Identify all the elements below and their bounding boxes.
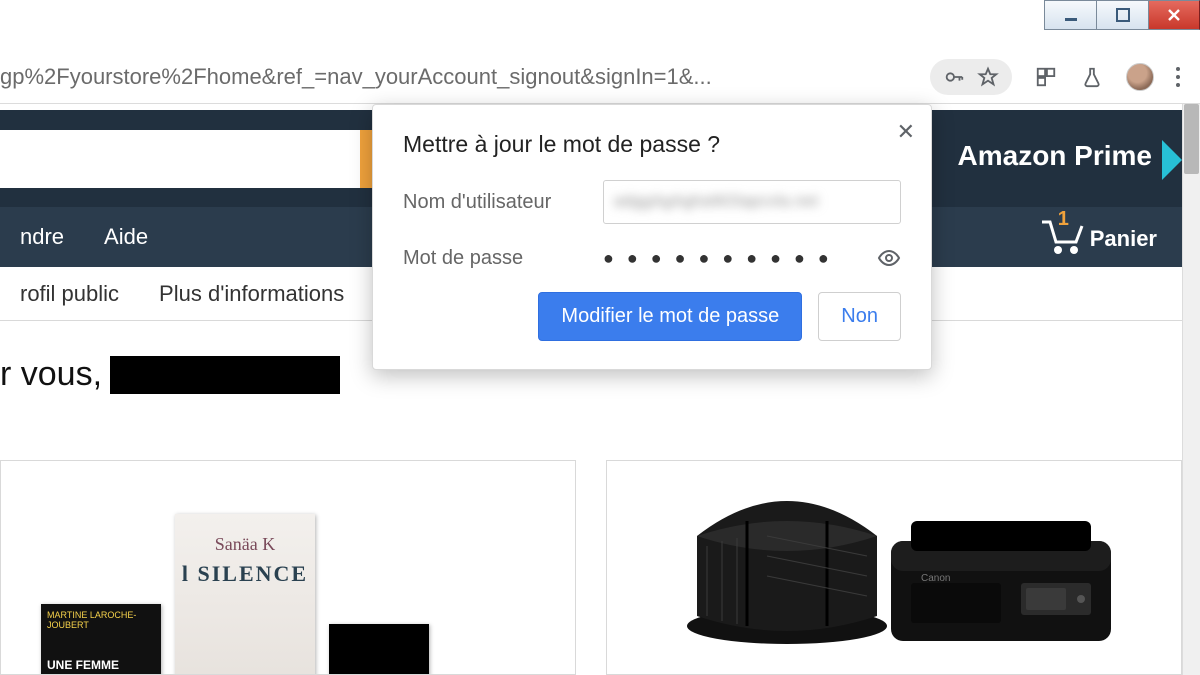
book-thumb-2: Sanäa K l SILENCE [175, 514, 315, 675]
kebab-menu-icon[interactable] [1176, 67, 1180, 87]
address-bar: gp%2Fyourstore%2Fhome&ref_=nav_yourAccou… [0, 50, 1200, 104]
cart-button[interactable]: 1 Panier [1036, 212, 1157, 256]
password-label: Mot de passe [403, 247, 603, 270]
nav-sell[interactable]: ndre [0, 224, 84, 250]
cart-count: 1 [1058, 208, 1069, 231]
scrollbar-thumb[interactable] [1184, 104, 1199, 174]
star-icon [976, 65, 1000, 89]
modify-password-button[interactable]: Modifier le mot de passe [538, 292, 802, 341]
redacted-name [110, 356, 340, 394]
greeting-text: r vous, [0, 355, 340, 394]
username-label: Nom d'utilisateur [403, 191, 603, 214]
prime-chevron-icon [1162, 140, 1182, 180]
vertical-scrollbar[interactable] [1182, 104, 1200, 675]
popup-title: Mettre à jour le mot de passe ? [403, 131, 901, 158]
close-window-button[interactable] [1148, 0, 1200, 30]
printer-image: Canon [881, 491, 1121, 661]
username-value: adggAgAghaW2lapcvla.net [614, 193, 819, 211]
username-field[interactable]: adggAgAghaW2lapcvla.net [603, 180, 901, 224]
key-star-chip[interactable] [930, 59, 1012, 95]
close-icon[interactable]: ✕ [897, 119, 915, 145]
profile-avatar[interactable] [1126, 63, 1154, 91]
maximize-button[interactable] [1096, 0, 1148, 30]
prime-link[interactable]: Amazon Prime [958, 140, 1153, 172]
product-card[interactable]: MARTINE LAROCHE-JOUBERT UNE FEMME Sanäa … [0, 460, 576, 675]
cart-label: Panier [1090, 226, 1157, 256]
extension-grid-icon[interactable] [1034, 65, 1058, 89]
save-password-popup: ✕ Mettre à jour le mot de passe ? Nom d'… [372, 104, 932, 370]
toolbar-icons [910, 59, 1200, 95]
key-icon [942, 65, 966, 89]
subnav-more[interactable]: Plus d'informations [139, 281, 364, 307]
window-controls [1044, 0, 1200, 30]
nav-help[interactable]: Aide [84, 224, 168, 250]
book-thumb-3 [329, 624, 429, 675]
subnav-profile[interactable]: rofil public [0, 281, 139, 307]
extension-flask-icon[interactable] [1080, 65, 1104, 89]
desk-organizer-image [677, 476, 897, 646]
product-card[interactable]: Canon [606, 460, 1182, 675]
password-mask[interactable]: ● ● ● ● ● ● ● ● ● ● [603, 248, 877, 269]
no-button[interactable]: Non [818, 292, 901, 341]
book-thumb-1: MARTINE LAROCHE-JOUBERT UNE FEMME [41, 604, 161, 675]
product-cards-row: MARTINE LAROCHE-JOUBERT UNE FEMME Sanäa … [0, 460, 1182, 675]
svg-text:Canon: Canon [921, 573, 950, 584]
minimize-button[interactable] [1044, 0, 1096, 30]
greeting-fragment: r vous, [0, 355, 102, 394]
url-text[interactable]: gp%2Fyourstore%2Fhome&ref_=nav_yourAccou… [0, 64, 910, 90]
search-input-stub[interactable] [0, 130, 360, 188]
eye-icon[interactable] [877, 246, 901, 270]
